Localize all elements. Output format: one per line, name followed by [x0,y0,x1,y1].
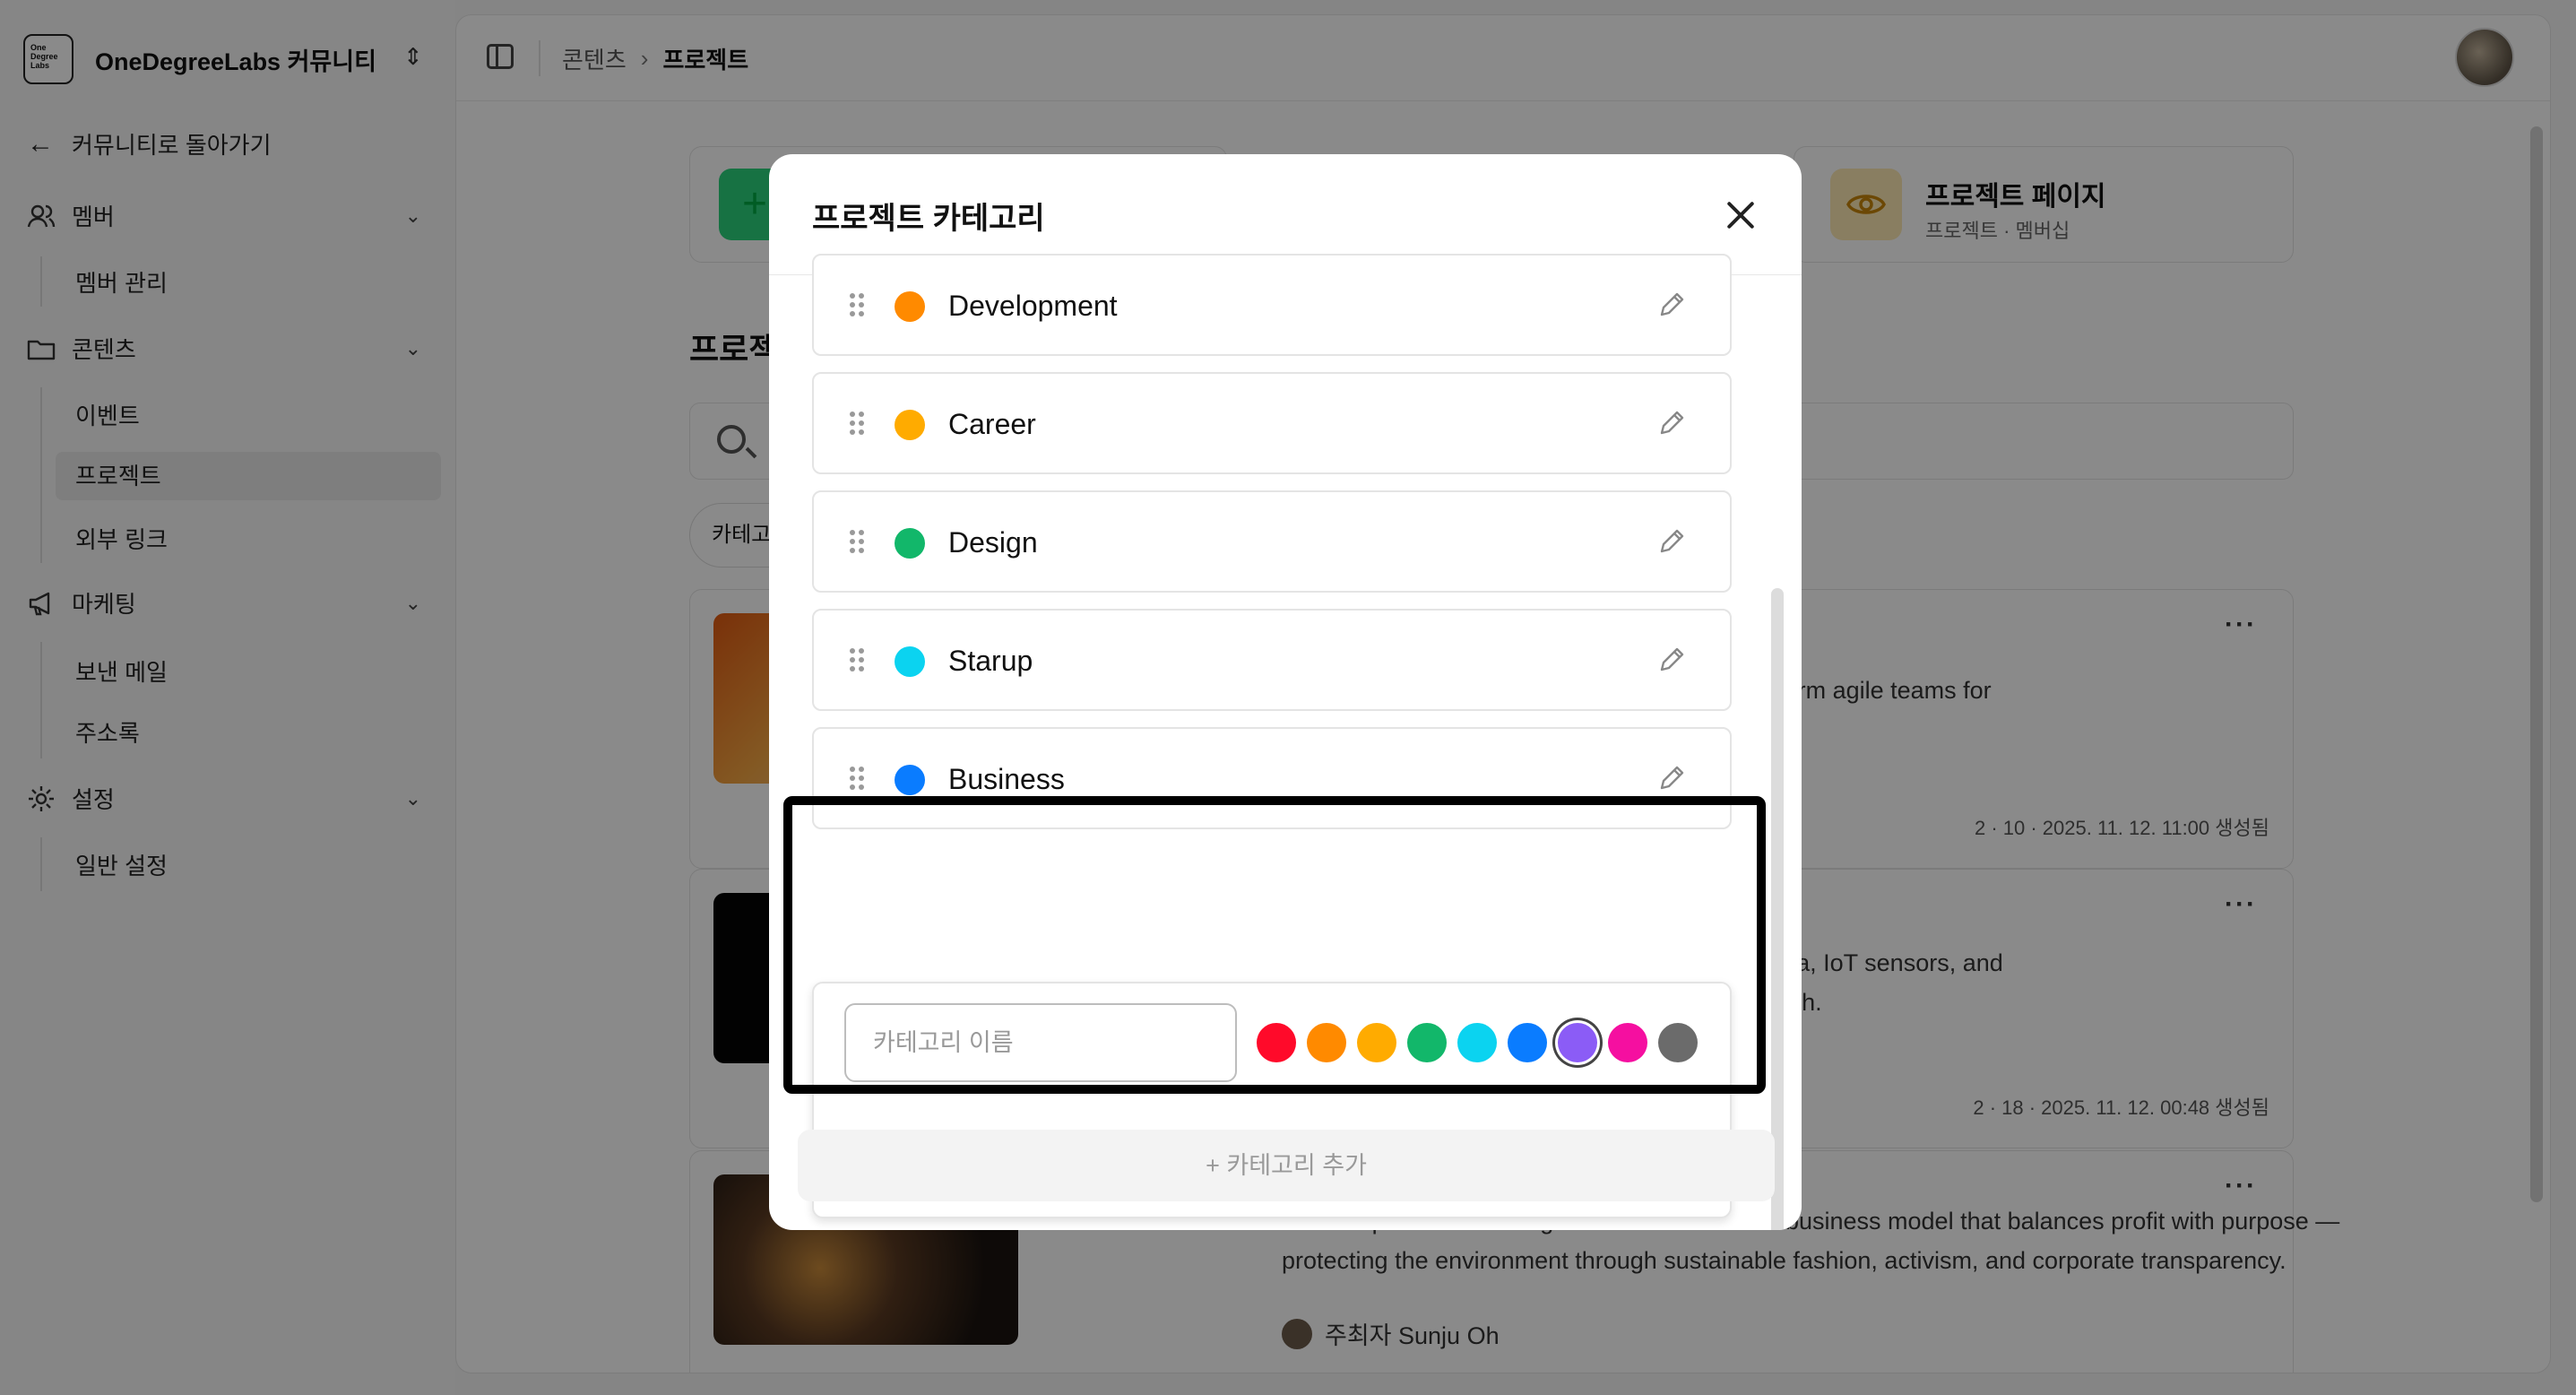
drag-handle-icon[interactable] [850,412,866,437]
category-color-dot [895,410,925,440]
category-name: Starup [948,645,1033,677]
category-name: Business [948,763,1065,795]
drag-handle-icon[interactable] [850,293,866,318]
drag-handle-icon[interactable] [850,648,866,673]
category-name: Career [948,408,1036,440]
modal-title: 프로젝트 카테고리 [812,202,1045,236]
category-color-dot [895,765,925,795]
close-icon[interactable] [1726,201,1755,230]
project-category-modal: 프로젝트 카테고리 Development Career Design Star… [769,154,1802,1230]
edit-pencil-icon[interactable] [1656,763,1687,793]
category-name: Development [948,290,1118,322]
category-row[interactable]: Design [812,490,1732,593]
category-row[interactable]: Career [812,372,1732,474]
category-name: Design [948,526,1038,559]
focus-highlight-frame [783,796,1766,1094]
drag-handle-icon[interactable] [850,530,866,555]
category-color-dot [895,291,925,322]
add-category-button[interactable]: + 카테고리 추가 [798,1130,1775,1201]
modal-scrollbar[interactable] [1771,588,1784,1230]
drag-handle-icon[interactable] [850,767,866,792]
category-row[interactable]: Starup [812,609,1732,711]
edit-pencil-icon[interactable] [1656,408,1687,438]
edit-pencil-icon[interactable] [1656,645,1687,675]
category-row[interactable]: Development [812,254,1732,356]
edit-pencil-icon[interactable] [1656,290,1687,320]
edit-pencil-icon[interactable] [1656,526,1687,557]
category-color-dot [895,646,925,677]
category-color-dot [895,528,925,559]
